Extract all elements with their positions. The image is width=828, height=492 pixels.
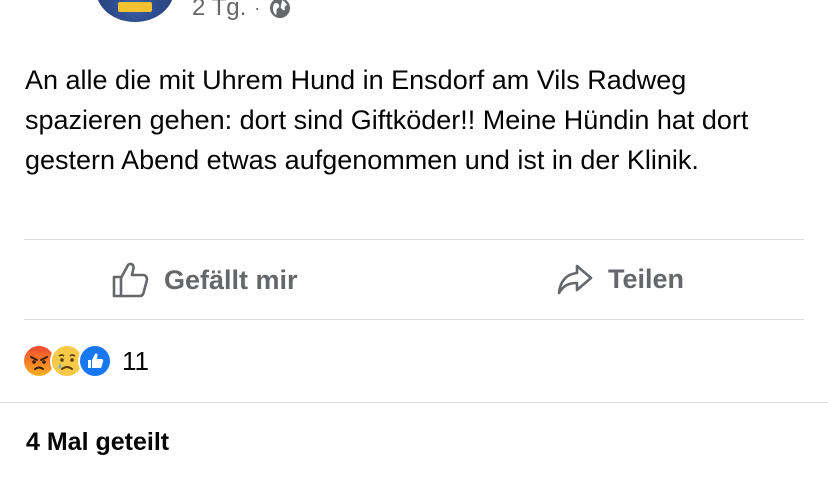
avatar-detail <box>118 2 152 12</box>
meta-separator: · <box>254 0 261 18</box>
divider <box>24 319 804 320</box>
globe-icon <box>268 0 292 20</box>
avatar[interactable] <box>96 0 174 22</box>
reactions-summary[interactable]: 11 <box>22 342 149 380</box>
share-arrow-icon <box>556 260 594 298</box>
share-count[interactable]: 4 Mal geteilt <box>26 428 169 457</box>
post-actions: Gefällt mir Teilen <box>0 242 828 318</box>
divider <box>0 402 828 403</box>
divider <box>24 239 804 240</box>
share-button[interactable]: Teilen <box>556 260 684 298</box>
thumbs-up-icon <box>110 260 150 300</box>
post-text: An alle die mit Uhrem Hund in Ensdorf am… <box>25 65 749 175</box>
post-meta: 2 Tg. · <box>192 0 292 22</box>
like-reaction-icon <box>78 344 112 378</box>
like-label: Gefällt mir <box>164 264 298 295</box>
share-label: Teilen <box>608 263 685 294</box>
like-button[interactable]: Gefällt mir <box>110 260 298 300</box>
post-header: 2 Tg. · <box>0 0 828 40</box>
post-timestamp[interactable]: 2 Tg. <box>192 0 246 22</box>
reaction-count: 11 <box>122 345 149 376</box>
